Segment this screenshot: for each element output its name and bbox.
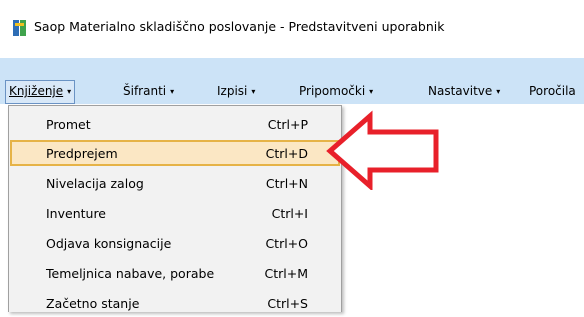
chevron-down-icon: ▾ <box>496 87 501 96</box>
menu-pripomocki[interactable]: Pripomočki ▾ <box>299 80 373 104</box>
menu-item-inventure[interactable]: Inventure Ctrl+I <box>10 201 340 227</box>
menu-item-shortcut: Ctrl+P <box>267 117 308 132</box>
menu-item-shortcut: Ctrl+O <box>265 236 308 251</box>
menu-item-temeljnica[interactable]: Temeljnica nabave, porabe Ctrl+M <box>10 261 340 287</box>
menu-item-label: Inventure <box>46 206 106 221</box>
menu-item-shortcut: Ctrl+N <box>265 176 308 191</box>
window-title: Saop Materialno skladiščno poslovanje - … <box>34 19 445 34</box>
menu-item-zacetno-stanje[interactable]: Začetno stanje Ctrl+S <box>10 291 340 317</box>
menu-bar: Knjiženje ▾ Šifranti ▾ Izpisi ▾ Pripomočki ▾… <box>0 80 584 104</box>
menu-item-shortcut: Ctrl+D <box>265 146 308 161</box>
menu-label: Poročila <box>529 84 576 98</box>
menu-item-shortcut: Ctrl+M <box>264 266 309 281</box>
menu-label: Pripomočki <box>299 84 366 98</box>
menu-sifranti[interactable]: Šifranti ▾ <box>123 80 174 104</box>
saop-app-icon <box>13 20 26 36</box>
menu-item-odjava-konsignacije[interactable]: Odjava konsignacije Ctrl+O <box>10 231 340 257</box>
knjizenje-dropdown: Promet Ctrl+P Predprejem Ctrl+D Nivelaci… <box>8 105 342 312</box>
menu-label: Izpisi <box>217 84 248 98</box>
menu-porocila[interactable]: Poročila <box>529 80 576 104</box>
chevron-down-icon: ▾ <box>67 87 72 96</box>
menu-item-promet[interactable]: Promet Ctrl+P <box>10 112 340 138</box>
menu-item-predprejem[interactable]: Predprejem Ctrl+D <box>10 140 340 166</box>
menu-izpisi[interactable]: Izpisi ▾ <box>217 80 255 104</box>
menu-item-label: Promet <box>46 117 91 132</box>
menu-label: Knjiženje <box>9 84 64 98</box>
menu-item-shortcut: Ctrl+I <box>271 206 308 221</box>
menu-item-label: Odjava konsignacije <box>46 236 172 251</box>
chevron-down-icon: ▾ <box>170 87 175 96</box>
menu-item-label: Nivelacija zalog <box>46 176 144 191</box>
menu-label: Nastavitve <box>428 84 493 98</box>
toolbar-band <box>0 58 584 80</box>
menu-item-shortcut: Ctrl+S <box>267 296 308 311</box>
chevron-down-icon: ▾ <box>251 87 256 96</box>
menu-nastavitve[interactable]: Nastavitve ▾ <box>428 80 500 104</box>
menu-item-label: Predprejem <box>46 146 118 161</box>
chevron-down-icon: ▾ <box>369 87 374 96</box>
title-bar: Saop Materialno skladiščno poslovanje - … <box>0 0 584 58</box>
menu-knjizenje[interactable]: Knjiženje ▾ <box>5 80 76 104</box>
menu-item-label: Temeljnica nabave, porabe <box>46 266 215 281</box>
red-arrow-left-icon <box>326 110 439 190</box>
menu-label: Šifranti <box>123 84 167 98</box>
menu-item-label: Začetno stanje <box>46 296 140 311</box>
menu-item-nivelacija-zalog[interactable]: Nivelacija zalog Ctrl+N <box>10 171 340 197</box>
